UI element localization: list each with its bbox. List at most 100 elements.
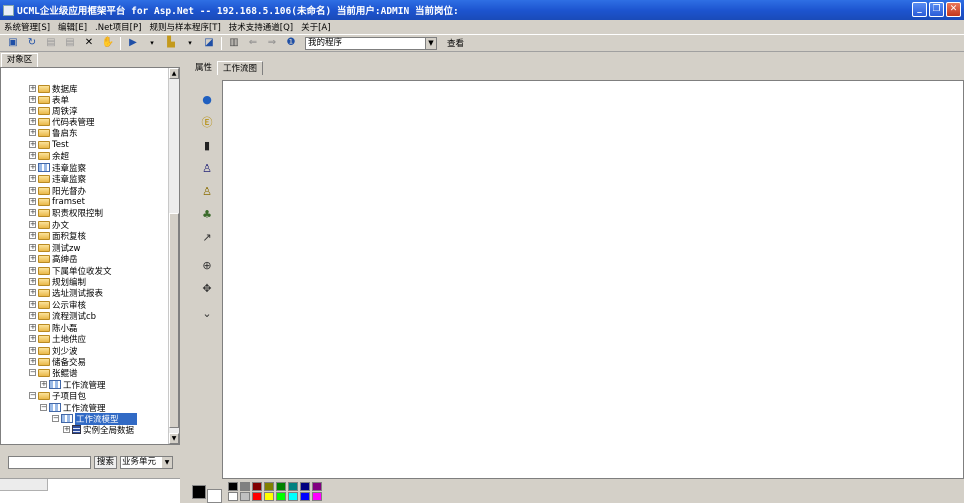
disabled-doc-icon[interactable]: ▤ [44,36,58,50]
expand-icon[interactable]: + [29,152,36,159]
tree-item[interactable]: + 测试zw [29,242,80,254]
tree-item[interactable]: + 阳光督办 [29,185,86,197]
close-button[interactable]: ✕ [946,2,961,17]
expand-icon[interactable]: + [29,278,36,285]
expand-icon[interactable]: + [29,164,36,171]
expand-icon[interactable]: + [29,335,36,342]
page-icon[interactable]: ▥ [227,36,241,50]
tab-object-area[interactable]: 对象区 [1,53,38,67]
expand-icon[interactable]: + [29,324,36,331]
collapse-icon[interactable]: ⌄ [200,307,214,321]
tree-scrollbar[interactable]: ▲ ▼ [168,68,179,444]
chevron-down-icon[interactable]: ▼ [162,457,173,468]
run-icon[interactable]: ▶ [126,36,140,50]
tree-item[interactable]: + 选址测试报表 [29,287,103,299]
color-swatch[interactable] [288,482,298,491]
tree-item[interactable]: + 储备交易 [29,356,86,368]
subflow-icon[interactable]: ♣ [200,208,214,222]
expand-icon[interactable]: + [29,175,36,182]
color-swatch[interactable] [252,482,262,491]
color-swatch[interactable] [276,482,286,491]
tree-item[interactable]: + 公示审核 [29,299,86,311]
color-swatch[interactable] [300,492,310,501]
expand-icon[interactable]: + [29,209,36,216]
menu-edit[interactable]: 编辑[E] [58,21,87,33]
menu-support[interactable]: 技术支持通道[Q] [229,21,293,33]
back-arrow-icon[interactable]: ⇐ [246,36,260,50]
color-swatch[interactable] [300,482,310,491]
tree-item[interactable]: + 工作流管理 [40,379,106,391]
open-icon[interactable]: ◪ [202,36,216,50]
hand-icon[interactable]: ✋ [101,36,115,50]
expand-icon[interactable]: + [29,85,36,92]
color-swatch[interactable] [240,492,250,501]
tree-item[interactable]: + 规划编制 [29,276,86,288]
tree-item[interactable]: − 子项目包 [29,390,86,402]
color-swatch[interactable] [276,492,286,501]
color-swatch[interactable] [312,492,322,501]
collapse-icon[interactable]: − [29,392,36,399]
expand-icon[interactable]: + [29,267,36,274]
program-select[interactable]: 我的程序 ▼ [305,36,437,50]
tree-item[interactable]: + framset [29,196,85,207]
expand-icon[interactable]: + [29,301,36,308]
tree-item[interactable]: + 办文 [29,219,69,231]
expand-icon[interactable]: + [29,255,36,262]
collapse-icon[interactable]: − [40,404,47,411]
expand-icon[interactable]: + [29,187,36,194]
minimize-button[interactable]: _ [912,2,927,17]
color-swatch[interactable] [228,482,238,491]
expand-icon[interactable]: + [29,141,36,148]
view-button[interactable]: 查看 [447,37,464,49]
expand-icon[interactable]: + [40,381,47,388]
search-button[interactable]: 搜索 [94,456,118,469]
warning-task-icon[interactable]: ♙ [200,185,214,199]
expand-icon[interactable]: + [63,426,70,433]
background-color[interactable] [207,489,222,503]
tree-item[interactable]: + 数据库 [29,83,78,95]
save-icon[interactable]: ▣ [6,36,20,50]
pan-icon[interactable]: ✥ [200,282,214,296]
disabled-doc2-icon[interactable]: ▤ [63,36,77,50]
tree-item[interactable]: + 高绅岳 [29,253,78,265]
tree-item[interactable]: + 下属单位收发文 [29,265,112,277]
restore-button[interactable]: ❐ [929,2,944,17]
scroll-down-icon[interactable]: ▼ [169,433,179,444]
tree-item[interactable]: + Test [29,139,69,150]
expand-icon[interactable]: + [29,244,36,251]
tree-item[interactable]: + 流程测试cb [29,310,96,322]
tree-item[interactable]: − 工作流管理 [40,402,106,414]
menu-system[interactable]: 系统管理[S] [4,21,50,33]
tree-item[interactable]: + 面积复核 [29,230,86,242]
activity-icon[interactable]: ▮ [200,139,214,153]
tree-item[interactable]: + 鲁启东 [29,127,78,139]
end-icon[interactable]: Ⓔ [200,116,214,130]
zoom-icon[interactable]: ⊕ [200,259,214,273]
color-swatch[interactable] [252,492,262,501]
foreground-color[interactable] [192,485,206,499]
folder-tree-icon[interactable]: ▙ [164,36,178,50]
expand-icon[interactable]: + [29,232,36,239]
tree-item[interactable]: + 实例全局数据 [63,424,134,436]
expand-icon[interactable]: + [29,347,36,354]
menu-about[interactable]: 关于[A] [301,21,330,33]
tree-item[interactable]: + 余超 [29,150,69,162]
tree-item[interactable]: − 张鲲谱 [29,367,78,379]
color-swatch[interactable] [312,482,322,491]
refresh-icon[interactable]: ↻ [25,36,39,50]
tree-item[interactable]: + 职责权限控制 [29,207,103,219]
color-swatch[interactable] [264,482,274,491]
tree-item[interactable]: + 周铁淳 [29,105,78,117]
expand-icon[interactable]: + [29,96,36,103]
expand-icon[interactable]: + [29,118,36,125]
expand-icon[interactable]: + [29,358,36,365]
scroll-up-icon[interactable]: ▲ [169,68,179,79]
collapse-icon[interactable]: − [52,415,59,422]
color-swatch[interactable] [288,492,298,501]
expand-icon[interactable]: + [29,198,36,205]
forward-arrow-icon[interactable]: ⇒ [265,36,279,50]
tree-item[interactable]: + 违章监察 [29,173,86,185]
tree-item[interactable]: + 陈小磊 [29,322,78,334]
dropdown-arrow2-icon[interactable]: ▾ [183,36,197,50]
tree-item-selected[interactable]: − 工作流模型 [52,412,137,425]
